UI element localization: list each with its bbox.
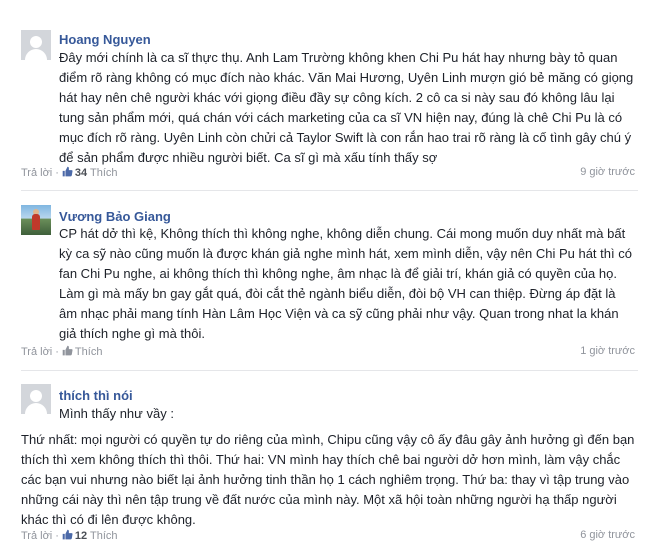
default-avatar-icon[interactable] xyxy=(21,30,51,60)
photo-avatar-icon[interactable] xyxy=(21,205,51,235)
default-avatar-icon[interactable] xyxy=(21,384,51,414)
comment-author[interactable]: thích thì nói xyxy=(59,388,133,403)
comment-first-line: Mình thấy như vầy : xyxy=(59,406,174,421)
comment-actions: Trả lời · 12 Thích xyxy=(21,529,118,542)
thumbs-up-icon xyxy=(62,529,73,540)
comment-actions: Trả lời · 34 Thích xyxy=(21,166,118,179)
reply-link[interactable]: Trả lời xyxy=(21,167,52,179)
comment-time[interactable]: 1 giờ trước xyxy=(580,345,635,357)
comment-author[interactable]: Vương Bảo Giang xyxy=(59,209,171,224)
like-button[interactable]: Thích xyxy=(62,345,103,358)
comment-actions: Trả lời · Thích xyxy=(21,345,103,358)
like-count: 34 xyxy=(74,167,88,179)
like-label: Thích xyxy=(90,530,118,542)
like-count: 12 xyxy=(74,530,88,542)
like-label: Thích xyxy=(74,346,103,358)
comment-text: Đây mới chính là ca sĩ thực thụ. Anh Lam… xyxy=(59,50,634,165)
comment-divider xyxy=(21,370,638,371)
comment-divider xyxy=(21,190,638,191)
thumbs-up-icon xyxy=(62,345,73,356)
reply-link[interactable]: Trả lời xyxy=(21,346,52,358)
reply-link[interactable]: Trả lời xyxy=(21,530,52,542)
comment-time[interactable]: 6 giờ trước xyxy=(580,529,635,541)
comment-text: Thứ nhất: mọi người có quyền tự do riêng… xyxy=(21,432,635,527)
comment-author[interactable]: Hoang Nguyen xyxy=(59,32,151,47)
like-button[interactable]: 12 Thích xyxy=(62,529,118,542)
like-button[interactable]: 34 Thích xyxy=(62,166,118,179)
thumbs-up-icon xyxy=(62,166,73,177)
comment-time[interactable]: 9 giờ trước xyxy=(580,166,635,178)
comment-text: CP hát dở thì kệ, Không thích thì không … xyxy=(59,226,632,341)
like-label: Thích xyxy=(90,167,118,179)
